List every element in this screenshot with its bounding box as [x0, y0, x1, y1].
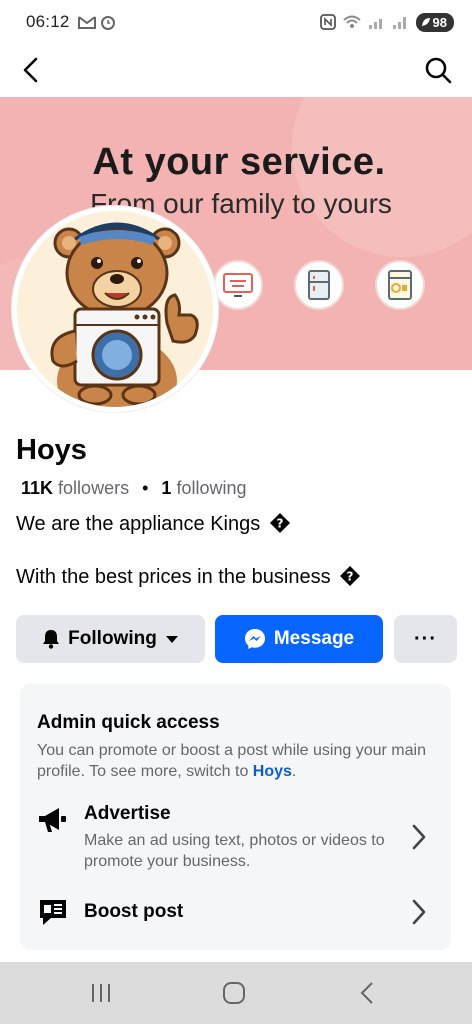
page-title: Hoys — [16, 434, 87, 466]
chevron-right-icon — [412, 899, 426, 925]
back-icon — [360, 982, 373, 1004]
boost-post-icon — [40, 900, 66, 925]
megaphone-icon — [39, 808, 66, 832]
missing-glyph-icon: ? — [340, 566, 361, 586]
bio-line-1: We are the appliance Kings ? — [16, 513, 290, 536]
admin-desc-prefix: You can promote or boost a post while us… — [37, 742, 426, 780]
message-button[interactable]: Message — [215, 615, 383, 663]
svg-text:?: ? — [347, 570, 354, 584]
status-notification-icons — [77, 14, 116, 30]
profile-avatar[interactable] — [12, 206, 218, 412]
boost-post-title: Boost post — [84, 901, 184, 922]
system-navigation-bar — [0, 962, 472, 1024]
advertise-description: Make an ad using text, photos or videos … — [84, 832, 385, 870]
search-icon[interactable] — [422, 54, 454, 86]
status-time: 06:12 — [26, 12, 70, 31]
signal-icon-2 — [392, 17, 406, 29]
home-icon — [223, 982, 245, 1004]
bell-icon — [43, 630, 60, 649]
stats-separator: • — [142, 478, 149, 498]
following-label: following — [176, 478, 247, 498]
more-options-button[interactable]: ··· — [394, 615, 457, 663]
wifi-icon — [342, 15, 361, 28]
admin-desc-suffix: . — [291, 763, 297, 780]
followers-label: followers — [58, 478, 130, 498]
cover-headline: At your service. — [92, 141, 386, 183]
home-button[interactable] — [217, 978, 251, 1008]
back-arrow-icon[interactable] — [16, 54, 48, 86]
switch-profile-link[interactable]: Hoys — [253, 763, 292, 780]
gmail-icon — [77, 16, 96, 29]
following-count: 1 — [161, 478, 172, 498]
missing-glyph-icon: ? — [269, 513, 290, 533]
admin-card-description: You can promote or boost a post while us… — [37, 740, 437, 782]
fridge-icon — [294, 260, 344, 310]
more-icon: ··· — [414, 627, 437, 650]
messenger-icon — [244, 629, 265, 649]
following-button[interactable]: Following — [16, 615, 205, 663]
alarm-icon — [100, 16, 115, 30]
app-bar — [0, 44, 472, 96]
admin-quick-access-card: Admin quick access You can promote or bo… — [20, 684, 451, 950]
advertise-title: Advertise — [84, 803, 171, 824]
washer-icon — [375, 260, 425, 310]
following-button-label: Following — [68, 628, 157, 649]
admin-card-title: Admin quick access — [37, 712, 220, 733]
message-button-label: Message — [273, 628, 355, 649]
follow-stats[interactable]: 11K followers • 1 following — [21, 478, 247, 499]
nfc-icon — [319, 14, 336, 30]
chevron-right-icon — [412, 824, 426, 850]
tv-icon — [213, 260, 263, 310]
followers-count: 11K — [21, 478, 54, 498]
bio-line-1-text: We are the appliance Kings — [16, 513, 261, 535]
recent-apps-icon — [92, 984, 110, 1002]
bio-line-2: With the best prices in the business ? — [16, 566, 361, 589]
recent-apps-button[interactable] — [84, 978, 118, 1008]
signal-icon — [368, 19, 382, 29]
bio-line-2-text: With the best prices in the business — [16, 566, 331, 588]
battery-indicator: 98 — [415, 12, 454, 32]
battery-saver-icon — [421, 18, 430, 26]
status-bar: 06:12 98 — [0, 0, 472, 44]
svg-text:?: ? — [276, 517, 283, 531]
battery-level: 98 — [432, 14, 447, 30]
system-back-button[interactable] — [350, 978, 384, 1008]
bear-mascot-logo — [50, 222, 199, 407]
caret-down-icon — [165, 636, 178, 643]
